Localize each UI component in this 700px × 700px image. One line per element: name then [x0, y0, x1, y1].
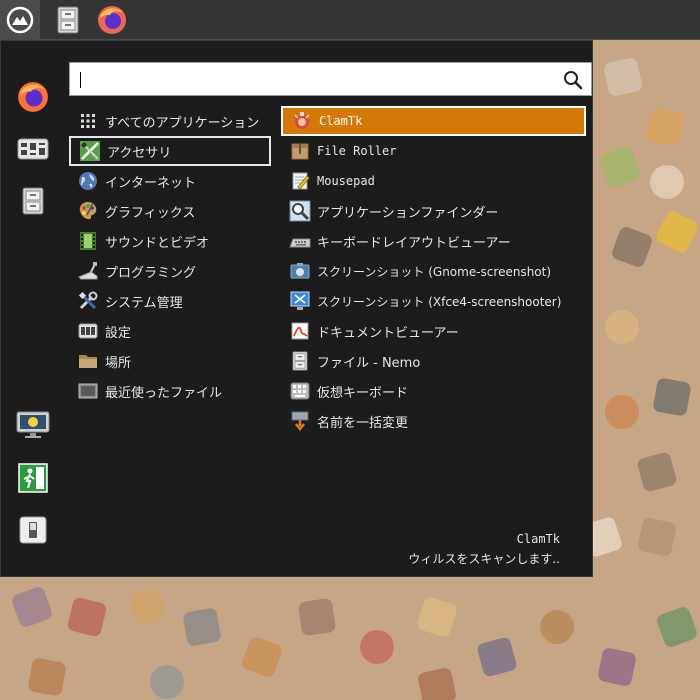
description-text: ウィルスをスキャンします..: [408, 552, 560, 566]
top-panel: [0, 0, 700, 40]
app-keyboard-layout-viewer[interactable]: キーボードレイアウトビューアー: [281, 226, 586, 256]
app-label: ドキュメントビューアー: [317, 325, 459, 341]
favorite-logout[interactable]: [14, 459, 52, 497]
category-label: プログラミング: [105, 265, 197, 281]
favorites-bar: [1, 41, 63, 576]
globe-icon: [77, 170, 99, 192]
magnifier-icon: [289, 200, 311, 222]
notepad-icon: [289, 170, 311, 192]
control-panel-icon: [17, 138, 49, 160]
app-virtual-keyboard[interactable]: 仮想キーボード: [281, 376, 586, 406]
screenshot-icon: [289, 260, 311, 282]
category-programming[interactable]: プログラミング: [69, 256, 271, 286]
category-label: グラフィックス: [105, 205, 196, 221]
favorite-lock-screen[interactable]: [14, 406, 52, 444]
app-label: スクリーンショット (Xfce4-screenshooter): [317, 294, 562, 309]
search-box: [69, 62, 592, 96]
category-system-admin[interactable]: システム管理: [69, 286, 271, 316]
app-xfce4-screenshooter[interactable]: スクリーンショット (Xfce4-screenshooter): [281, 286, 586, 316]
favorite-files[interactable]: [14, 182, 52, 220]
virtual-keyboard-icon: [289, 380, 311, 402]
accessories-icon: [79, 140, 101, 162]
panel-launcher-files[interactable]: [48, 0, 88, 40]
firefox-icon: [98, 6, 126, 34]
category-label: 設定: [105, 325, 132, 341]
app-label: ClamTk: [319, 114, 363, 128]
category-sound-video[interactable]: サウンドとビデオ: [69, 226, 271, 256]
grid-icon: [77, 110, 99, 132]
archive-icon: [289, 140, 311, 162]
recent-icon: [77, 380, 99, 402]
app-label: キーボードレイアウトビューアー: [317, 235, 511, 251]
file-cabinet-icon: [22, 187, 44, 215]
app-nemo[interactable]: ファイル - Nemo: [281, 346, 586, 376]
logout-icon: [18, 463, 48, 493]
tools-icon: [77, 290, 99, 312]
category-accessories[interactable]: アクセサリ: [69, 136, 271, 166]
folder-icon: [77, 350, 99, 372]
file-cabinet-icon: [289, 350, 311, 372]
favorite-firefox[interactable]: [14, 78, 52, 116]
application-menu: すべてのアプリケーション アクセサリ インターネット グラフィックス サウンドと…: [0, 40, 593, 577]
search-input[interactable]: [74, 66, 562, 92]
app-bulk-rename[interactable]: 名前を一括変更: [281, 406, 586, 436]
app-label: 仮想キーボード: [317, 385, 409, 401]
palette-icon: [77, 200, 99, 222]
category-label: システム管理: [105, 295, 183, 311]
file-cabinet-icon: [57, 6, 79, 34]
screenshooter-icon: [289, 290, 311, 312]
app-label: スクリーンショット (Gnome-screenshot): [317, 264, 552, 279]
app-clamtk[interactable]: ClamTk: [281, 106, 586, 136]
description-title: ClamTk: [516, 532, 560, 546]
lock-screen-icon: [16, 411, 50, 438]
category-all-applications[interactable]: すべてのアプリケーション: [69, 106, 271, 136]
category-label: すべてのアプリケーション: [105, 115, 260, 131]
category-label: サウンドとビデオ: [105, 235, 210, 251]
app-label: ファイル - Nemo: [317, 355, 421, 371]
rename-icon: [289, 410, 311, 432]
category-label: 最近使ったファイル: [105, 385, 223, 401]
app-label: File Roller: [317, 144, 397, 158]
settings-icon: [77, 320, 99, 342]
mint-menu-icon: [6, 6, 34, 34]
text-cursor: [80, 72, 81, 88]
category-internet[interactable]: インターネット: [69, 166, 271, 196]
app-description: ClamTk ウィルスをスキャンします..: [408, 529, 560, 569]
app-label: 名前を一括変更: [317, 415, 409, 431]
application-list: ClamTk File Roller Mousepad アプリケーションファイン…: [281, 106, 586, 436]
pdf-icon: [289, 320, 311, 342]
search-icon[interactable]: [563, 70, 583, 90]
app-gnome-screenshot[interactable]: スクリーンショット (Gnome-screenshot): [281, 256, 586, 286]
category-label: インターネット: [105, 175, 197, 191]
trowel-icon: [77, 260, 99, 282]
power-switch-icon: [19, 516, 47, 544]
app-document-viewer[interactable]: ドキュメントビューアー: [281, 316, 586, 346]
category-label: アクセサリ: [107, 145, 172, 161]
favorite-control-panel[interactable]: [14, 130, 52, 168]
category-list: すべてのアプリケーション アクセサリ インターネット グラフィックス サウンドと…: [69, 106, 271, 406]
category-label: 場所: [105, 355, 132, 371]
app-mousepad[interactable]: Mousepad: [281, 166, 586, 196]
app-label: Mousepad: [317, 174, 375, 188]
app-application-finder[interactable]: アプリケーションファインダー: [281, 196, 586, 226]
keyboard-icon: [289, 230, 311, 252]
category-places[interactable]: 場所: [69, 346, 271, 376]
panel-launcher-firefox[interactable]: [92, 0, 132, 40]
app-file-roller[interactable]: File Roller: [281, 136, 586, 166]
menu-button[interactable]: [0, 0, 40, 40]
clamtk-icon: [291, 110, 313, 132]
firefox-icon: [18, 82, 48, 112]
category-settings[interactable]: 設定: [69, 316, 271, 346]
film-icon: [77, 230, 99, 252]
category-recent-files[interactable]: 最近使ったファイル: [69, 376, 271, 406]
favorite-shutdown[interactable]: [14, 511, 52, 549]
app-label: アプリケーションファインダー: [317, 205, 499, 221]
category-graphics[interactable]: グラフィックス: [69, 196, 271, 226]
